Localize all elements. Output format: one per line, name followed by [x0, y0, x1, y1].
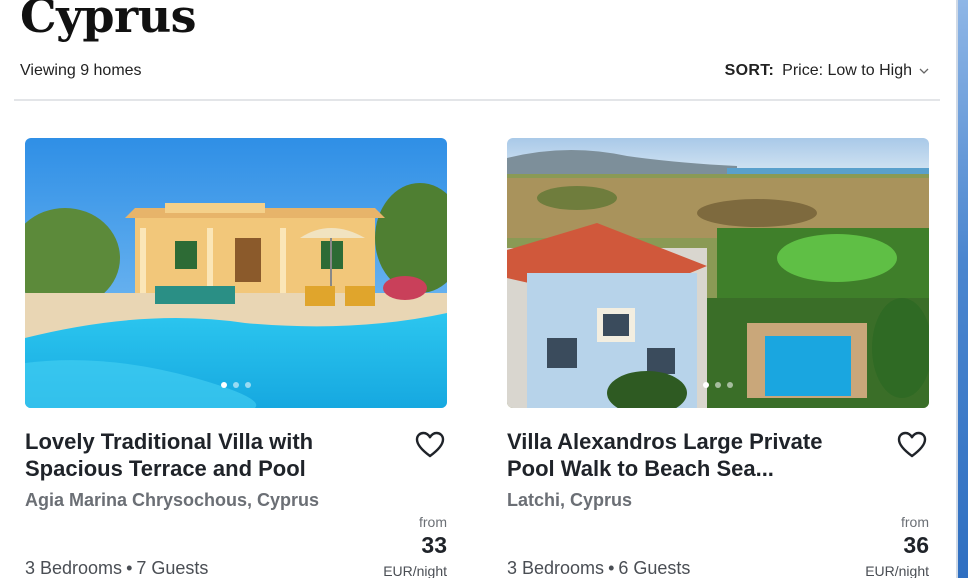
photo-pagination[interactable] — [25, 382, 447, 388]
price-unit: EUR/night — [865, 563, 929, 578]
listing-photo[interactable] — [25, 138, 447, 408]
chevron-down-icon[interactable] — [918, 65, 930, 77]
specs-separator: • — [608, 558, 615, 578]
listing-specs: 3 Bedrooms • 7 Guests — [25, 558, 208, 578]
listing-title[interactable]: Villa Alexandros Large Private Pool Walk… — [507, 428, 837, 482]
sort-label: SORT: — [724, 62, 775, 79]
listing-photo[interactable] — [507, 138, 929, 408]
sort-value[interactable]: Price: Low to High — [782, 62, 912, 80]
page-title: Cyprus — [20, 0, 197, 43]
pagination-dot[interactable] — [233, 382, 239, 388]
bedrooms-count: 3 Bedrooms — [25, 558, 123, 578]
price-prefix: from — [419, 514, 447, 530]
pagination-dot[interactable] — [221, 382, 227, 388]
bedrooms-count: 3 Bedrooms — [507, 558, 605, 578]
price-unit: EUR/night — [383, 563, 447, 578]
scrollbar[interactable] — [958, 0, 968, 578]
villa-aerial-photo — [507, 138, 929, 408]
guests-count: 6 Guests — [618, 558, 691, 578]
listing-title[interactable]: Lovely Traditional Villa with Spacious T… — [25, 428, 365, 482]
listing-price: 36 — [903, 532, 929, 558]
pagination-dot[interactable] — [715, 382, 721, 388]
pagination-dot[interactable] — [703, 382, 709, 388]
header-divider — [14, 99, 940, 101]
pagination-dot[interactable] — [245, 382, 251, 388]
heart-outline-icon[interactable] — [897, 430, 927, 460]
specs-separator: • — [126, 558, 133, 578]
listing-price: 33 — [421, 532, 447, 558]
listing-specs: 3 Bedrooms • 6 Guests — [507, 558, 690, 578]
villa-pool-photo — [25, 138, 447, 408]
heart-outline-icon[interactable] — [415, 430, 445, 460]
price-prefix: from — [901, 514, 929, 530]
listing-location: Agia Marina Chrysochous, Cyprus — [25, 490, 320, 510]
photo-pagination[interactable] — [507, 382, 929, 388]
results-count: Viewing 9 homes — [20, 62, 142, 79]
sort-dropdown[interactable]: SORT: Price: Low to High — [725, 62, 930, 80]
listing-card[interactable]: Lovely Traditional Villa with Spacious T… — [25, 138, 447, 578]
guests-count: 7 Guests — [136, 558, 209, 578]
pagination-dot[interactable] — [727, 382, 733, 388]
listing-card[interactable]: Villa Alexandros Large Private Pool Walk… — [507, 138, 929, 578]
listing-location: Latchi, Cyprus — [507, 490, 633, 510]
